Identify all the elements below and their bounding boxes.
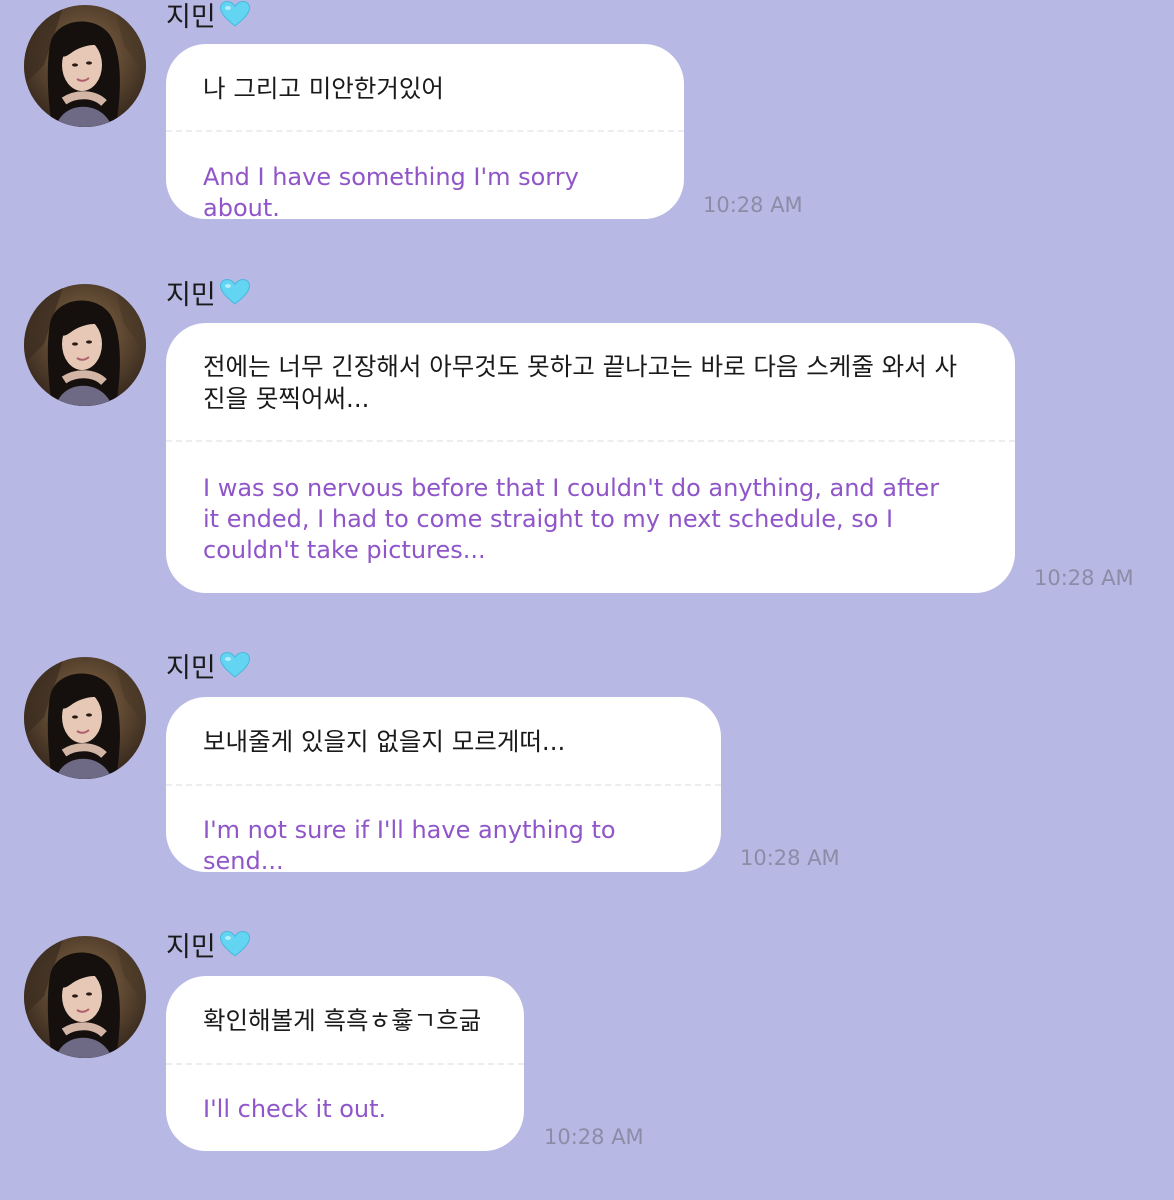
avatar[interactable] — [24, 284, 146, 406]
original-text: 보내줄게 있을지 없을지 모르게떠... — [203, 727, 566, 756]
sender-name: 지민 — [166, 279, 216, 311]
translated-text: I'm not sure if I'll have anything to se… — [203, 816, 616, 875]
translation-divider — [166, 784, 721, 786]
message-bubble[interactable]: 확인해볼게 흑흑ㅎ흏ㄱ흐긂 I'll check it out. — [166, 976, 524, 1151]
blue-heart-icon — [219, 651, 251, 679]
sender-name-row: 지민 — [166, 924, 251, 964]
translation-divider — [166, 130, 684, 132]
blue-heart-icon — [219, 278, 251, 306]
blue-heart-icon — [219, 0, 251, 28]
translation-divider — [166, 440, 1015, 442]
original-text: 확인해볼게 흑흑ㅎ흏ㄱ흐긂 — [203, 1006, 482, 1035]
timestamp: 10:28 AM — [703, 193, 803, 217]
translation-divider — [166, 1063, 524, 1065]
translated-text: I'll check it out. — [203, 1095, 387, 1123]
avatar[interactable] — [24, 5, 146, 127]
blue-heart-icon — [219, 930, 251, 958]
sender-name: 지민 — [166, 1, 216, 33]
sender-name: 지민 — [166, 652, 216, 684]
timestamp: 10:28 AM — [1034, 566, 1134, 590]
message-bubble[interactable]: 보내줄게 있을지 없을지 모르게떠... I'm not sure if I'l… — [166, 697, 721, 875]
avatar[interactable] — [24, 657, 146, 779]
timestamp: 10:28 AM — [544, 1125, 644, 1149]
sender-name: 지민 — [166, 931, 216, 963]
sender-name-row: 지민 — [166, 645, 251, 685]
message-bubble[interactable]: 전에는 너무 긴장해서 아무것도 못하고 끝나고는 바로 다음 스케줄 와서 사… — [166, 323, 1015, 593]
avatar[interactable] — [24, 936, 146, 1058]
original-text: 전에는 너무 긴장해서 아무것도 못하고 끝나고는 바로 다음 스케줄 와서 사… — [203, 352, 958, 413]
sender-name-row: 지민 — [166, 0, 251, 34]
translated-text: And I have something I'm sorry about. — [203, 163, 579, 222]
original-text: 나 그리고 미안한거있어 — [203, 74, 444, 103]
message-bubble[interactable]: 나 그리고 미안한거있어 And I have something I'm so… — [166, 44, 684, 222]
translated-text: I was so nervous before that I couldn't … — [203, 474, 940, 564]
sender-name-row: 지민 — [166, 272, 251, 312]
timestamp: 10:28 AM — [740, 846, 840, 870]
